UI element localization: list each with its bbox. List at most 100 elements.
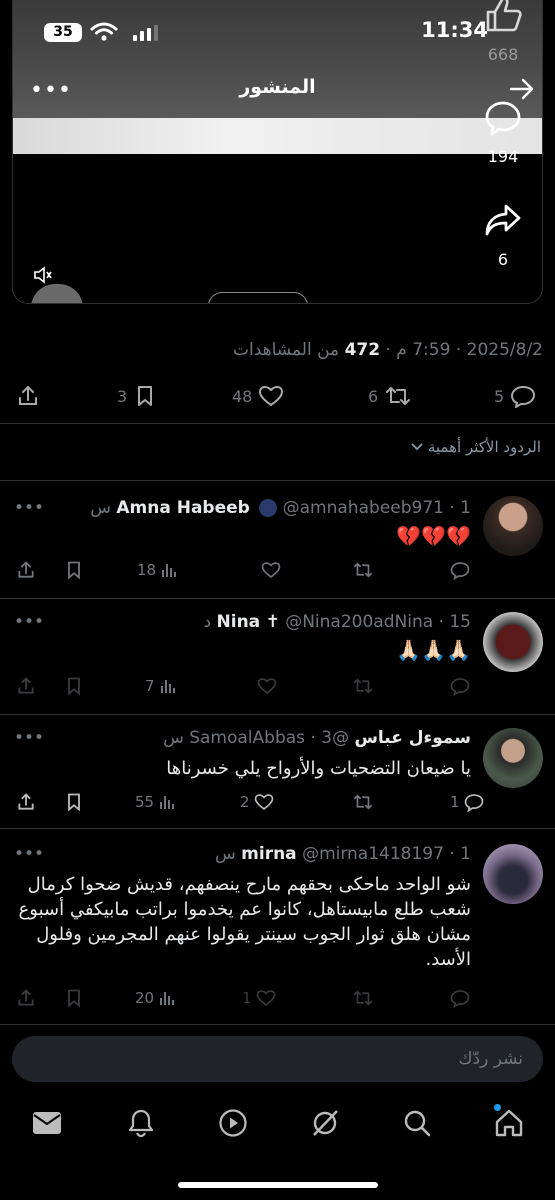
video-icon	[219, 1109, 247, 1137]
upload-share-icon	[18, 989, 34, 1006]
reply-button[interactable]: 5	[494, 380, 536, 412]
repost-icon	[353, 990, 373, 1006]
tab-grok[interactable]	[308, 1106, 342, 1140]
reply-input[interactable]	[12, 1036, 543, 1082]
reply-header: سموءل عباس @SamoalAbbas · 3 س	[163, 728, 471, 748]
reply-text: شو الواحد ماحكى بحقهم مارح ينصفهم، قديش …	[18, 874, 471, 970]
post-action-bar: 3 48 6 5	[0, 380, 555, 412]
avatar[interactable]	[483, 496, 543, 556]
overlay-shares-count: 6	[497, 250, 509, 269]
reply-author-name[interactable]: mirna	[241, 844, 297, 864]
tab-video[interactable]	[216, 1106, 250, 1140]
back-arrow-icon[interactable]	[509, 78, 535, 100]
bookmark-button[interactable]: 3	[117, 380, 157, 412]
reply-more-icon[interactable]: •••	[14, 498, 44, 518]
upload-share-icon	[19, 386, 37, 405]
post-time: 7:59 م	[396, 340, 451, 360]
reply-views[interactable]: 55	[135, 790, 176, 814]
reply-bookmark-button[interactable]	[64, 986, 84, 1010]
reply-author-name[interactable]: Amna Habeeb	[116, 498, 249, 518]
reply-header: Amna Habeeb @amnahabeeb971 · 1 س	[90, 498, 471, 518]
reply-share-button[interactable]	[16, 674, 36, 698]
reply-item[interactable]: ••• mirna @mirna1418197 · 1 س شو الواحد …	[0, 828, 555, 1024]
reply-author-name[interactable]: Nina	[217, 612, 261, 632]
like-button[interactable]: 48	[232, 380, 284, 412]
sort-label: الردود الأكثر أهمية	[427, 438, 541, 456]
cross-icon: ✝	[265, 612, 280, 632]
upload-share-icon	[18, 561, 34, 578]
reply-repost-button[interactable]	[352, 790, 374, 814]
notifications-icon	[128, 1109, 154, 1138]
reply-bookmark-button[interactable]	[64, 790, 84, 814]
reply-views[interactable]: 20	[135, 986, 176, 1010]
reply-composer[interactable]	[12, 1036, 543, 1082]
reply-more-icon[interactable]: •••	[14, 728, 44, 748]
reply-like-button[interactable]: 1	[242, 986, 276, 1010]
bookmark-icon	[138, 386, 153, 406]
reply-views-count: 18	[137, 561, 157, 579]
reply-bookmark-button[interactable]	[64, 674, 84, 698]
reply-item[interactable]: ••• سموءل عباس @SamoalAbbas · 3 س يا ضيع…	[0, 714, 555, 828]
replies-sort-dropdown[interactable]: الردود الأكثر أهمية	[410, 438, 541, 456]
reply-repost-button[interactable]	[352, 986, 374, 1010]
reply-comment-button[interactable]: 1	[450, 790, 484, 814]
reply-comment-button[interactable]	[450, 558, 470, 582]
mute-icon[interactable]	[33, 266, 53, 284]
reply-like-count: 2	[240, 793, 250, 811]
repost-icon	[353, 794, 373, 810]
tab-home[interactable]	[492, 1106, 526, 1140]
analytics-icon	[162, 564, 177, 577]
reply-text: 💔💔💔	[396, 524, 471, 548]
avatar[interactable]	[483, 612, 543, 672]
views-count: 472	[344, 340, 381, 360]
reply-views[interactable]: 18	[137, 558, 178, 582]
messages-icon	[33, 1112, 61, 1134]
overlay-share-icon[interactable]	[484, 202, 522, 238]
reply-handle: @amnahabeeb971	[282, 498, 444, 518]
avatar[interactable]	[483, 728, 543, 788]
grok-icon	[313, 1110, 338, 1136]
video-frame-band	[13, 118, 542, 154]
reply-share-button[interactable]	[16, 986, 36, 1010]
reply-comment-button[interactable]	[450, 986, 470, 1010]
reply-repost-button[interactable]	[352, 674, 374, 698]
reply-repost-button[interactable]	[352, 558, 374, 582]
heart-icon	[259, 386, 284, 406]
tab-notifications[interactable]	[124, 1106, 158, 1140]
reply-item[interactable]: ••• Nina ✝ @Nina200adNina · 15 د 🙏🏻🙏🏻🙏🏻 …	[0, 598, 555, 714]
notification-dot	[494, 1104, 501, 1111]
overlay-comments-count: 194	[487, 147, 519, 166]
reply-author-name[interactable]: سموءل عباس	[354, 728, 471, 748]
reply-views[interactable]: 7	[145, 674, 177, 698]
reply-comment-button[interactable]	[450, 674, 470, 698]
reply-more-icon[interactable]: •••	[14, 844, 44, 864]
like-thumb-icon[interactable]	[484, 0, 524, 32]
comment-icon	[450, 678, 470, 696]
reply-header: mirna @mirna1418197 · 1 س	[215, 844, 471, 864]
video-player[interactable]	[12, 0, 543, 304]
follow-button-peek[interactable]	[208, 292, 308, 303]
reply-like-button[interactable]: 2	[240, 790, 274, 814]
heart-icon	[256, 990, 275, 1006]
reply-like-count: 1	[242, 989, 252, 1007]
reply-handle: @Nina200adNina	[285, 612, 434, 632]
overlay-likes-count: 668	[487, 45, 519, 64]
reply-header: Nina ✝ @Nina200adNina · 15 د	[203, 612, 471, 632]
reply-more-icon[interactable]: •••	[14, 612, 44, 632]
reply-bookmark-button[interactable]	[64, 558, 84, 582]
reply-share-button[interactable]	[16, 790, 36, 814]
share-button[interactable]	[16, 380, 40, 412]
reply-item[interactable]: ••• Amna Habeeb @amnahabeeb971 · 1 س 💔💔💔…	[0, 480, 555, 598]
tab-search[interactable]	[400, 1106, 434, 1140]
reply-share-button[interactable]	[16, 558, 36, 582]
reply-like-button[interactable]	[257, 674, 277, 698]
repost-button[interactable]: 6	[368, 380, 412, 412]
battery-indicator: 35	[44, 23, 82, 42]
post-date: 2025/8/2	[466, 340, 543, 360]
avatar[interactable]	[483, 844, 543, 904]
repost-icon	[353, 562, 373, 578]
overlay-comment-icon[interactable]	[484, 100, 522, 136]
reply-like-button[interactable]	[257, 558, 281, 582]
repost-icon	[386, 387, 411, 405]
tab-messages[interactable]	[30, 1106, 64, 1140]
